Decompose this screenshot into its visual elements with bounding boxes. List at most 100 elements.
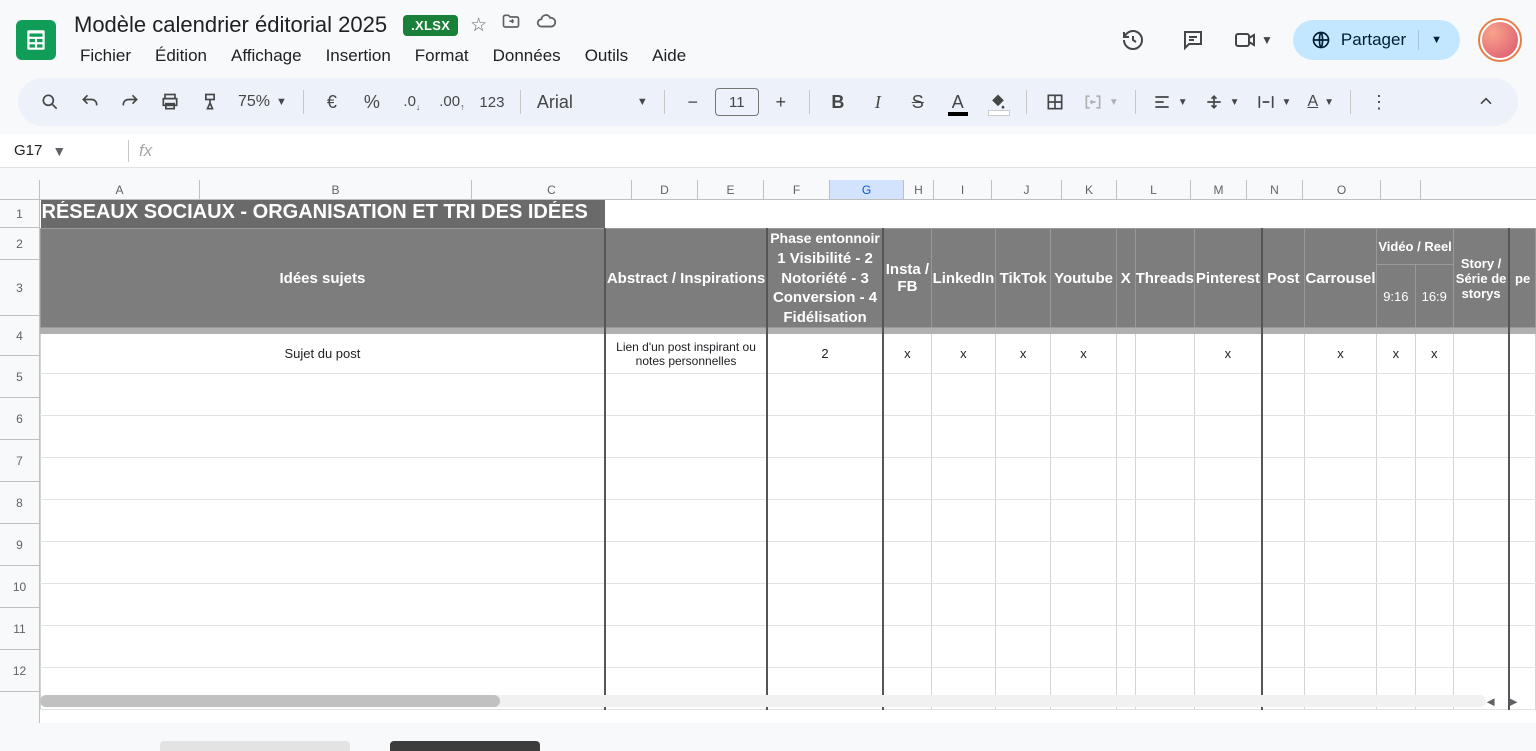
header-cell[interactable]: Idées sujets: [41, 229, 605, 328]
fill-color-button[interactable]: [980, 84, 1016, 120]
header-cell[interactable]: X: [1116, 229, 1135, 328]
cell[interactable]: x: [931, 334, 995, 374]
menu-format[interactable]: Format: [405, 42, 479, 70]
header-cell[interactable]: Carrousel: [1304, 229, 1376, 328]
header-cell[interactable]: Abstract / Inspirations: [605, 229, 767, 328]
scrollbar-thumb[interactable]: [40, 695, 500, 707]
column-header[interactable]: G: [830, 180, 904, 199]
cell[interactable]: Sujet du post: [41, 334, 605, 374]
account-avatar[interactable]: [1480, 20, 1520, 60]
more-icon[interactable]: ⋮: [1361, 84, 1397, 120]
column-header[interactable]: J: [992, 180, 1062, 199]
cells-table[interactable]: RÉSEAUX SOCIAUX - ORGANISATION ET TRI DE…: [40, 200, 1536, 710]
meet-icon[interactable]: ▼: [1233, 20, 1273, 60]
italic-button[interactable]: I: [860, 84, 896, 120]
row-header[interactable]: 10: [0, 566, 39, 608]
column-header[interactable]: D: [632, 180, 698, 199]
cell[interactable]: [1453, 334, 1509, 374]
row-header[interactable]: 9: [0, 524, 39, 566]
menu-tools[interactable]: Outils: [575, 42, 638, 70]
column-header[interactable]: F: [764, 180, 830, 199]
print-icon[interactable]: [152, 84, 188, 120]
column-header[interactable]: L: [1117, 180, 1191, 199]
star-icon[interactable]: ☆: [470, 14, 487, 37]
row-header[interactable]: 5: [0, 356, 39, 398]
cell[interactable]: x: [883, 334, 932, 374]
select-all-corner[interactable]: [0, 180, 40, 200]
row-header[interactable]: 4: [0, 316, 39, 356]
comments-icon[interactable]: [1173, 20, 1213, 60]
menu-view[interactable]: Affichage: [221, 42, 312, 70]
row-header[interactable]: 7: [0, 440, 39, 482]
header-cell[interactable]: 16:9: [1415, 265, 1453, 328]
merge-button[interactable]: ▼: [1077, 84, 1125, 120]
column-headers[interactable]: ABCDEFGHIJKLMNO: [40, 180, 1536, 200]
header-cell[interactable]: Pinterest: [1194, 229, 1261, 328]
increase-font-icon[interactable]: +: [763, 84, 799, 120]
move-folder-icon[interactable]: [501, 12, 521, 38]
header-cell[interactable]: Vidéo / Reel: [1377, 229, 1454, 265]
format-123-button[interactable]: 123: [474, 84, 510, 120]
cell[interactable]: [1135, 334, 1194, 374]
font-size-input[interactable]: 11: [715, 88, 759, 116]
doc-title[interactable]: Modèle calendrier éditorial 2025: [70, 10, 391, 40]
header-cell[interactable]: Insta / FB: [883, 229, 932, 328]
header-cell[interactable]: Threads: [1135, 229, 1194, 328]
cloud-status-icon[interactable]: [535, 11, 557, 39]
row-header[interactable]: 11: [0, 608, 39, 650]
header-cell[interactable]: Post: [1262, 229, 1305, 328]
cell[interactable]: [1116, 334, 1135, 374]
cell[interactable]: [1509, 334, 1535, 374]
collapse-toolbar-icon[interactable]: [1468, 84, 1504, 120]
name-box[interactable]: G17 ▼: [10, 142, 118, 159]
halign-button[interactable]: ▼: [1146, 84, 1194, 120]
cell[interactable]: 2: [767, 334, 883, 374]
history-icon[interactable]: [1113, 20, 1153, 60]
menu-help[interactable]: Aide: [642, 42, 696, 70]
spreadsheet-grid[interactable]: ABCDEFGHIJKLMNO 1 2 3 4 5 6 7 8 9 10 11 …: [0, 180, 1536, 723]
percent-button[interactable]: %: [354, 84, 390, 120]
cell[interactable]: Lien d'un post inspirant ou notes person…: [605, 334, 767, 374]
decrease-decimal-icon[interactable]: .0↓: [394, 84, 430, 120]
column-header[interactable]: C: [472, 180, 632, 199]
share-button[interactable]: Partager ▼: [1293, 20, 1460, 60]
wrap-button[interactable]: ▼: [1250, 84, 1298, 120]
formula-input[interactable]: [162, 134, 1536, 167]
currency-button[interactable]: €: [314, 84, 350, 120]
row-header[interactable]: 8: [0, 482, 39, 524]
zoom-dropdown[interactable]: 75% ▼: [232, 84, 293, 120]
row-header[interactable]: 3: [0, 260, 39, 316]
decrease-font-icon[interactable]: −: [675, 84, 711, 120]
menu-insert[interactable]: Insertion: [316, 42, 401, 70]
cell[interactable]: [1262, 334, 1305, 374]
column-header[interactable]: B: [200, 180, 472, 199]
horizontal-scrollbar[interactable]: [40, 695, 1486, 707]
cell[interactable]: x: [1304, 334, 1376, 374]
sheet-nav-arrows[interactable]: ◄►: [1484, 694, 1520, 709]
header-cell[interactable]: Story / Série de storys: [1453, 229, 1509, 328]
header-cell[interactable]: LinkedIn: [931, 229, 995, 328]
sheets-logo[interactable]: [16, 20, 56, 60]
menu-file[interactable]: Fichier: [70, 42, 141, 70]
bold-button[interactable]: B: [820, 84, 856, 120]
cell[interactable]: x: [995, 334, 1050, 374]
font-dropdown[interactable]: Arial ▼: [531, 84, 654, 120]
search-icon[interactable]: [32, 84, 68, 120]
column-header[interactable]: N: [1247, 180, 1303, 199]
borders-button[interactable]: [1037, 84, 1073, 120]
column-header[interactable]: I: [934, 180, 992, 199]
sheet-tab[interactable]: [160, 741, 350, 751]
row-header[interactable]: 1: [0, 200, 39, 228]
column-header[interactable]: H: [904, 180, 934, 199]
text-color-button[interactable]: A: [940, 84, 976, 120]
column-header[interactable]: M: [1191, 180, 1247, 199]
paint-format-icon[interactable]: [192, 84, 228, 120]
column-header[interactable]: E: [698, 180, 764, 199]
cell[interactable]: x: [1377, 334, 1415, 374]
increase-decimal-icon[interactable]: .00↑: [434, 84, 470, 120]
strikethrough-button[interactable]: S: [900, 84, 936, 120]
rotate-button[interactable]: A▼: [1301, 84, 1340, 120]
banner-cell[interactable]: RÉSEAUX SOCIAUX - ORGANISATION ET TRI DE…: [41, 200, 605, 228]
cell[interactable]: x: [1194, 334, 1261, 374]
menu-edit[interactable]: Édition: [145, 42, 217, 70]
